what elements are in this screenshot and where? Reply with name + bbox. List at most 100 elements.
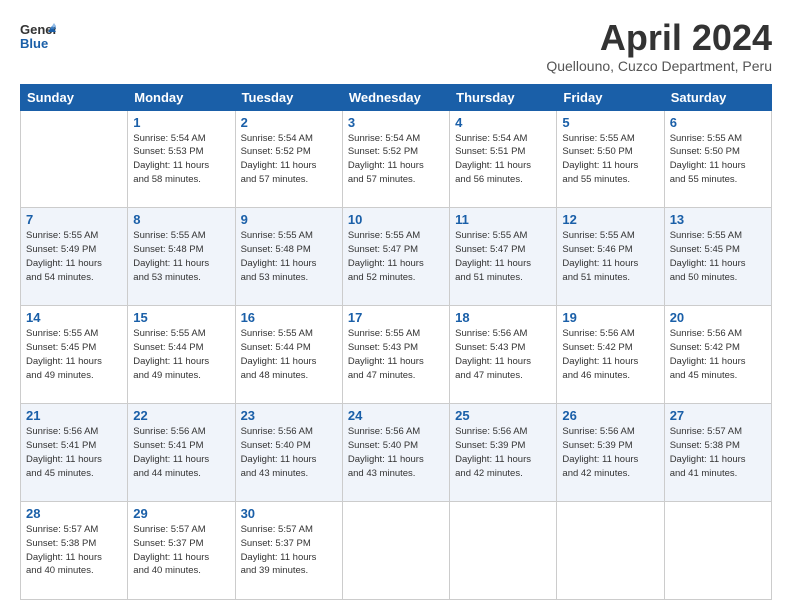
day-info: Sunrise: 5:56 AMSunset: 5:41 PMDaylight:… (133, 425, 229, 480)
day-cell: 7 Sunrise: 5:55 AMSunset: 5:49 PMDaylight… (21, 208, 128, 306)
day-cell: 22Sunrise: 5:56 AMSunset: 5:41 PMDayligh… (128, 404, 235, 502)
logo-icon: General Blue (20, 18, 56, 54)
day-number: 23 (241, 408, 337, 423)
day-number: 16 (241, 310, 337, 325)
day-number: 24 (348, 408, 444, 423)
day-number: 10 (348, 212, 444, 227)
day-cell: 5Sunrise: 5:55 AMSunset: 5:50 PMDaylight… (557, 110, 664, 208)
day-info: Sunrise: 5:54 AMSunset: 5:53 PMDaylight:… (133, 132, 229, 187)
day-number: 4 (455, 115, 551, 130)
day-cell: 23Sunrise: 5:56 AMSunset: 5:40 PMDayligh… (235, 404, 342, 502)
day-number: 25 (455, 408, 551, 423)
day-cell: 29Sunrise: 5:57 AMSunset: 5:37 PMDayligh… (128, 502, 235, 600)
day-info: Sunrise: 5:55 AMSunset: 5:47 PMDaylight:… (455, 229, 551, 284)
day-info: Sunrise: 5:55 AMSunset: 5:50 PMDaylight:… (562, 132, 658, 187)
day-cell: 4Sunrise: 5:54 AMSunset: 5:51 PMDaylight… (450, 110, 557, 208)
page: General Blue April 2024 Quellouno, Cuzco… (0, 0, 792, 612)
day-info: Sunrise: 5:55 AMSunset: 5:50 PMDaylight:… (670, 132, 766, 187)
day-cell: 11 Sunrise: 5:55 AMSunset: 5:47 PMDayligh… (450, 208, 557, 306)
day-info: Sunrise: 5:56 AMSunset: 5:40 PMDaylight:… (348, 425, 444, 480)
day-number: 2 (241, 115, 337, 130)
day-info: Sunrise: 5:57 AMSunset: 5:37 PMDaylight:… (241, 523, 337, 578)
week-row-3: 14Sunrise: 5:55 AMSunset: 5:45 PMDayligh… (21, 306, 772, 404)
day-number: 11 (455, 212, 551, 227)
calendar-table: SundayMondayTuesdayWednesdayThursdayFrid… (20, 84, 772, 600)
day-number: 21 (26, 408, 122, 423)
day-cell: 18 Sunrise: 5:56 AMSunset: 5:43 PMDayligh… (450, 306, 557, 404)
day-number: 30 (241, 506, 337, 521)
day-info: Sunrise: 5:55 AMSunset: 5:44 PMDaylight:… (133, 327, 229, 382)
day-cell: 27Sunrise: 5:57 AMSunset: 5:38 PMDayligh… (664, 404, 771, 502)
day-cell: 17 Sunrise: 5:55 AMSunset: 5:43 PMDayligh… (342, 306, 449, 404)
day-info: Sunrise: 5:54 AMSunset: 5:52 PMDaylight:… (241, 132, 337, 187)
day-cell: 9Sunrise: 5:55 AMSunset: 5:48 PMDaylight… (235, 208, 342, 306)
day-info: Sunrise: 5:56 AMSunset: 5:39 PMDaylight:… (562, 425, 658, 480)
col-header-wednesday: Wednesday (342, 84, 449, 110)
day-cell (21, 110, 128, 208)
day-number: 12 (562, 212, 658, 227)
day-info: Sunrise: 5:56 AMSunset: 5:43 PMDaylight:… (455, 327, 551, 382)
day-cell: 10 Sunrise: 5:55 AMSunset: 5:47 PMDayligh… (342, 208, 449, 306)
day-info: Sunrise: 5:57 AMSunset: 5:38 PMDaylight:… (26, 523, 122, 578)
day-number: 15 (133, 310, 229, 325)
day-number: 18 (455, 310, 551, 325)
col-header-thursday: Thursday (450, 84, 557, 110)
day-cell (450, 502, 557, 600)
day-cell: 6 Sunrise: 5:55 AMSunset: 5:50 PMDaylight… (664, 110, 771, 208)
header-right: April 2024 Quellouno, Cuzco Department, … (546, 18, 772, 74)
day-number: 14 (26, 310, 122, 325)
col-header-monday: Monday (128, 84, 235, 110)
col-header-tuesday: Tuesday (235, 84, 342, 110)
day-cell: 2 Sunrise: 5:54 AMSunset: 5:52 PMDaylight… (235, 110, 342, 208)
location: Quellouno, Cuzco Department, Peru (546, 58, 772, 74)
day-number: 27 (670, 408, 766, 423)
day-cell: 25 Sunrise: 5:56 AMSunset: 5:39 PMDayligh… (450, 404, 557, 502)
day-number: 8 (133, 212, 229, 227)
col-header-sunday: Sunday (21, 84, 128, 110)
day-cell: 30 Sunrise: 5:57 AMSunset: 5:37 PMDayligh… (235, 502, 342, 600)
header-row: SundayMondayTuesdayWednesdayThursdayFrid… (21, 84, 772, 110)
logo: General Blue (20, 18, 56, 54)
day-cell: 1 Sunrise: 5:54 AMSunset: 5:53 PMDaylight… (128, 110, 235, 208)
day-info: Sunrise: 5:56 AMSunset: 5:39 PMDaylight:… (455, 425, 551, 480)
day-number: 6 (670, 115, 766, 130)
day-number: 19 (562, 310, 658, 325)
col-header-saturday: Saturday (664, 84, 771, 110)
day-info: Sunrise: 5:54 AMSunset: 5:52 PMDaylight:… (348, 132, 444, 187)
day-number: 20 (670, 310, 766, 325)
day-cell: 16 Sunrise: 5:55 AMSunset: 5:44 PMDayligh… (235, 306, 342, 404)
week-row-4: 21 Sunrise: 5:56 AMSunset: 5:41 PMDayligh… (21, 404, 772, 502)
day-number: 3 (348, 115, 444, 130)
day-info: Sunrise: 5:55 AMSunset: 5:44 PMDaylight:… (241, 327, 337, 382)
day-cell: 13 Sunrise: 5:55 AMSunset: 5:45 PMDayligh… (664, 208, 771, 306)
day-cell: 19 Sunrise: 5:56 AMSunset: 5:42 PMDayligh… (557, 306, 664, 404)
day-number: 26 (562, 408, 658, 423)
day-cell: 21 Sunrise: 5:56 AMSunset: 5:41 PMDayligh… (21, 404, 128, 502)
day-cell: 3 Sunrise: 5:54 AMSunset: 5:52 PMDaylight… (342, 110, 449, 208)
day-number: 9 (241, 212, 337, 227)
day-cell (664, 502, 771, 600)
day-number: 17 (348, 310, 444, 325)
day-cell: 12 Sunrise: 5:55 AMSunset: 5:46 PMDayligh… (557, 208, 664, 306)
day-number: 1 (133, 115, 229, 130)
day-number: 13 (670, 212, 766, 227)
day-info: Sunrise: 5:56 AMSunset: 5:42 PMDaylight:… (562, 327, 658, 382)
day-info: Sunrise: 5:55 AMSunset: 5:46 PMDaylight:… (562, 229, 658, 284)
day-cell: 14Sunrise: 5:55 AMSunset: 5:45 PMDayligh… (21, 306, 128, 404)
day-info: Sunrise: 5:57 AMSunset: 5:37 PMDaylight:… (133, 523, 229, 578)
day-info: Sunrise: 5:55 AMSunset: 5:43 PMDaylight:… (348, 327, 444, 382)
day-cell: 20Sunrise: 5:56 AMSunset: 5:42 PMDayligh… (664, 306, 771, 404)
day-info: Sunrise: 5:55 AMSunset: 5:47 PMDaylight:… (348, 229, 444, 284)
day-info: Sunrise: 5:55 AMSunset: 5:45 PMDaylight:… (670, 229, 766, 284)
day-cell: 24 Sunrise: 5:56 AMSunset: 5:40 PMDayligh… (342, 404, 449, 502)
col-header-friday: Friday (557, 84, 664, 110)
svg-text:Blue: Blue (20, 36, 48, 51)
day-info: Sunrise: 5:55 AMSunset: 5:49 PMDaylight:… (26, 229, 122, 284)
day-info: Sunrise: 5:56 AMSunset: 5:41 PMDaylight:… (26, 425, 122, 480)
month-title: April 2024 (546, 18, 772, 58)
day-cell (557, 502, 664, 600)
day-number: 7 (26, 212, 122, 227)
week-row-1: 1 Sunrise: 5:54 AMSunset: 5:53 PMDaylight… (21, 110, 772, 208)
header: General Blue April 2024 Quellouno, Cuzco… (20, 18, 772, 74)
day-cell: 28Sunrise: 5:57 AMSunset: 5:38 PMDayligh… (21, 502, 128, 600)
